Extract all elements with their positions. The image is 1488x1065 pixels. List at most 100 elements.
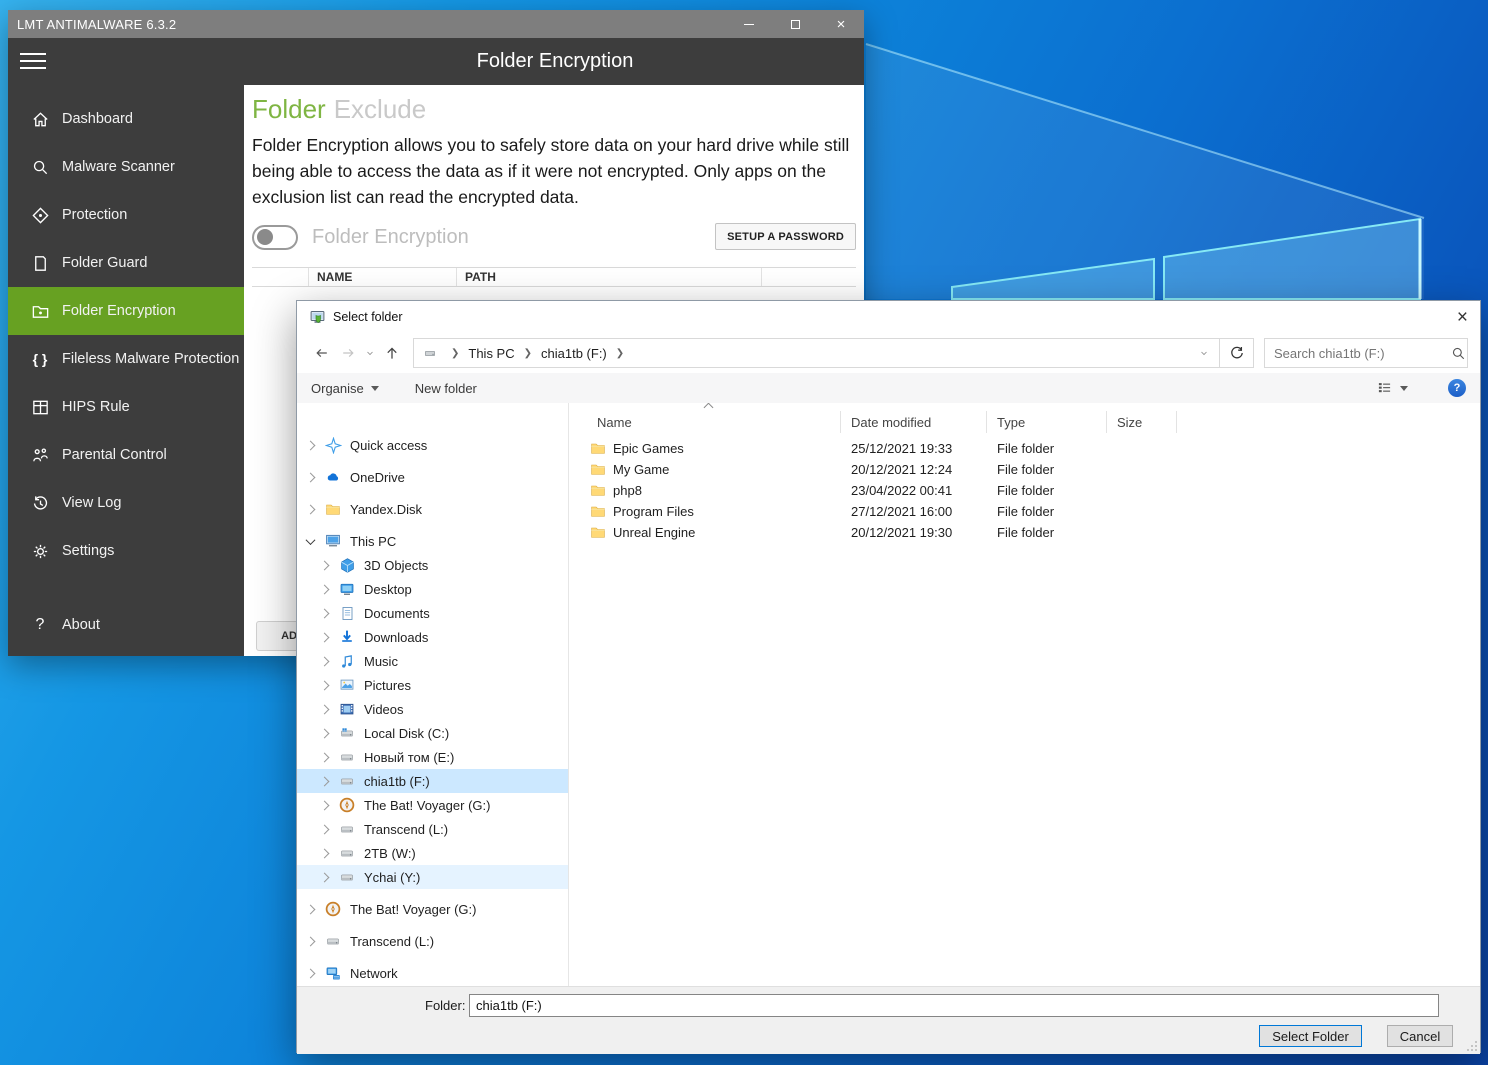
breadcrumb-separator[interactable]: ❯ bbox=[444, 348, 466, 359]
chevron-right-icon[interactable] bbox=[305, 472, 316, 482]
tree-item-desktop[interactable]: Desktop bbox=[297, 577, 568, 601]
maximize-button[interactable] bbox=[772, 10, 818, 38]
close-button[interactable]: × bbox=[818, 10, 864, 38]
breadcrumb-this-pc[interactable]: This PC bbox=[466, 346, 516, 361]
tree-item-label: Yandex.Disk bbox=[350, 501, 423, 517]
chevron-right-icon[interactable] bbox=[305, 936, 316, 946]
tree-item-quick-access[interactable]: Quick access bbox=[297, 433, 568, 457]
hamburger-menu-icon[interactable] bbox=[20, 51, 46, 71]
tree-item-transcend-l-[interactable]: Transcend (L:) bbox=[297, 929, 568, 953]
back-icon[interactable] bbox=[309, 345, 335, 361]
file-row[interactable]: Program Files 27/12/2021 16:00 File folder bbox=[569, 501, 1480, 522]
breadcrumb-separator[interactable]: ❯ bbox=[517, 348, 539, 359]
minimize-button[interactable] bbox=[726, 10, 772, 38]
column-type[interactable]: Type bbox=[987, 411, 1107, 433]
tree-item-videos[interactable]: Videos bbox=[297, 697, 568, 721]
file-row[interactable]: php8 23/04/2022 00:41 File folder bbox=[569, 480, 1480, 501]
tree-item-pictures[interactable]: Pictures bbox=[297, 673, 568, 697]
chevron-right-icon[interactable] bbox=[319, 800, 330, 810]
tree-item-network[interactable]: Network bbox=[297, 961, 568, 985]
refresh-button[interactable] bbox=[1220, 338, 1254, 368]
table-col-path[interactable]: PATH bbox=[456, 268, 761, 286]
sidebar-item-label: HIPS Rule bbox=[62, 399, 130, 415]
chevron-right-icon[interactable] bbox=[319, 680, 330, 690]
sidebar-item-malware-scanner[interactable]: Malware Scanner bbox=[8, 143, 244, 191]
chevron-right-icon[interactable] bbox=[319, 560, 330, 570]
folder-name-input[interactable] bbox=[469, 994, 1439, 1017]
views-button[interactable] bbox=[1376, 381, 1408, 395]
tree-item-label: Quick access bbox=[350, 437, 428, 453]
chevron-right-icon[interactable] bbox=[319, 776, 330, 786]
sidebar-item-folder-encryption[interactable]: Folder Encryption bbox=[8, 287, 244, 335]
new-folder-label: New folder bbox=[414, 380, 477, 396]
tree-item-ychai-y-[interactable]: Ychai (Y:) bbox=[297, 865, 568, 889]
address-bar[interactable]: ❯ This PC ❯ chia1tb (F:) ❯ bbox=[413, 338, 1220, 368]
tree-item-3d-objects[interactable]: 3D Objects bbox=[297, 553, 568, 577]
tree-item-this-pc[interactable]: This PC bbox=[297, 529, 568, 553]
resize-grip[interactable] bbox=[1467, 1041, 1477, 1051]
tree-item-onedrive[interactable]: OneDrive bbox=[297, 465, 568, 489]
tree-item-transcend-l-[interactable]: Transcend (L:) bbox=[297, 817, 568, 841]
search-box[interactable] bbox=[1264, 338, 1468, 368]
chevron-down-icon[interactable] bbox=[305, 534, 316, 545]
new-folder-button[interactable]: New folder bbox=[415, 381, 477, 396]
file-row[interactable]: Epic Games 25/12/2021 19:33 File folder bbox=[569, 438, 1480, 459]
heading-exclude[interactable]: Exclude bbox=[334, 94, 427, 124]
sidebar-item-parental-control[interactable]: Parental Control bbox=[8, 431, 244, 479]
sidebar: Dashboard Malware Scanner Protection Folder… bbox=[8, 85, 244, 656]
forward-icon[interactable] bbox=[335, 345, 361, 361]
chevron-right-icon[interactable] bbox=[319, 872, 330, 882]
setup-password-button[interactable]: SETUP A PASSWORD bbox=[715, 223, 856, 250]
chevron-right-icon[interactable] bbox=[319, 824, 330, 834]
chevron-right-icon[interactable] bbox=[319, 704, 330, 714]
tree-item-local-disk-c-[interactable]: Local Disk (C:) bbox=[297, 721, 568, 745]
tree-item-yandex-disk[interactable]: Yandex.Disk bbox=[297, 497, 568, 521]
chevron-right-icon[interactable] bbox=[319, 608, 330, 618]
tree-item-chia1tb-f-[interactable]: chia1tb (F:) bbox=[297, 769, 568, 793]
tree-item-the-bat-voyager-g-[interactable]: The Bat! Voyager (G:) bbox=[297, 793, 568, 817]
folder-encryption-toggle[interactable] bbox=[252, 224, 298, 250]
chevron-right-icon[interactable] bbox=[319, 848, 330, 858]
breadcrumb-separator[interactable]: ❯ bbox=[609, 348, 631, 359]
organise-menu[interactable]: Organise bbox=[311, 381, 379, 396]
chevron-right-icon[interactable] bbox=[305, 504, 316, 514]
file-row[interactable]: Unreal Engine 20/12/2021 19:30 File folder bbox=[569, 522, 1480, 543]
tree-item-2tb-w-[interactable]: 2TB (W:) bbox=[297, 841, 568, 865]
search-input[interactable] bbox=[1265, 345, 1450, 361]
help-button[interactable]: ? bbox=[1448, 379, 1466, 397]
file-row[interactable]: My Game 20/12/2021 12:24 File folder bbox=[569, 459, 1480, 480]
sidebar-item-fileless-malware-protection[interactable]: { } Fileless Malware Protection bbox=[8, 335, 244, 383]
dialog-close-icon[interactable]: × bbox=[1438, 308, 1468, 327]
chevron-right-icon[interactable] bbox=[319, 752, 330, 762]
select-folder-button[interactable]: Select Folder bbox=[1259, 1025, 1362, 1047]
column-date-modified[interactable]: Date modified bbox=[841, 411, 987, 433]
gear-icon bbox=[30, 541, 50, 561]
sidebar-item-about[interactable]: ? About bbox=[8, 601, 244, 649]
sidebar-item-hips-rule[interactable]: HIPS Rule bbox=[8, 383, 244, 431]
column-size[interactable]: Size bbox=[1107, 411, 1177, 433]
tree-item-downloads[interactable]: Downloads bbox=[297, 625, 568, 649]
chevron-right-icon[interactable] bbox=[305, 904, 316, 914]
sidebar-item-view-log[interactable]: View Log bbox=[8, 479, 244, 527]
chevron-right-icon[interactable] bbox=[319, 728, 330, 738]
breadcrumb-current-folder[interactable]: chia1tb (F:) bbox=[539, 346, 609, 361]
recent-locations-icon[interactable] bbox=[361, 348, 379, 358]
column-name[interactable]: Name bbox=[569, 411, 841, 433]
chevron-right-icon[interactable] bbox=[319, 656, 330, 666]
tree-item-the-bat-voyager-g-[interactable]: The Bat! Voyager (G:) bbox=[297, 897, 568, 921]
chevron-right-icon[interactable] bbox=[305, 968, 316, 978]
tree-item-новый-том-e-[interactable]: Новый том (E:) bbox=[297, 745, 568, 769]
table-col-name[interactable]: NAME bbox=[308, 268, 456, 286]
tree-item-music[interactable]: Music bbox=[297, 649, 568, 673]
sidebar-item-dashboard[interactable]: Dashboard bbox=[8, 95, 244, 143]
sidebar-item-folder-guard[interactable]: Folder Guard bbox=[8, 239, 244, 287]
chevron-right-icon[interactable] bbox=[305, 440, 316, 450]
sidebar-item-protection[interactable]: Protection bbox=[8, 191, 244, 239]
sidebar-item-settings[interactable]: Settings bbox=[8, 527, 244, 575]
up-icon[interactable] bbox=[379, 345, 405, 362]
chevron-right-icon[interactable] bbox=[319, 632, 330, 642]
chevron-right-icon[interactable] bbox=[319, 584, 330, 594]
address-dropdown-icon[interactable] bbox=[1189, 339, 1219, 367]
cancel-button[interactable]: Cancel bbox=[1387, 1025, 1453, 1047]
tree-item-documents[interactable]: Documents bbox=[297, 601, 568, 625]
